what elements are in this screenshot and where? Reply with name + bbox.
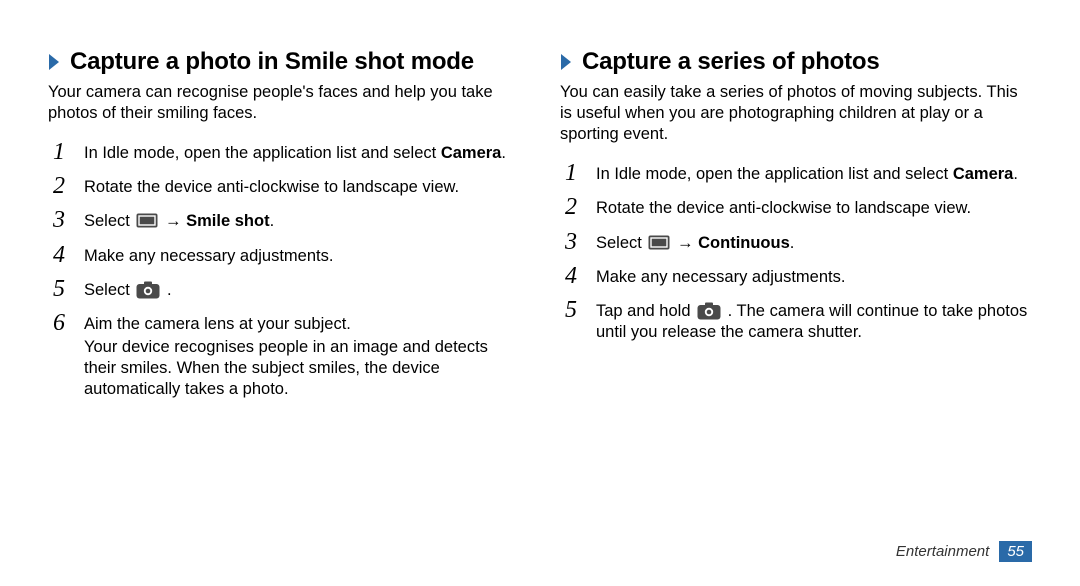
bold-text: Camera	[441, 144, 502, 162]
step-item: 6Aim the camera lens at your subject.You…	[48, 311, 520, 400]
step-number: 1	[560, 161, 582, 185]
step-number: 4	[560, 264, 582, 288]
step-item: 3 Select → Continuous.	[560, 230, 1032, 254]
bold-text: Camera	[953, 165, 1014, 183]
step-body: Make any necessary adjustments.	[596, 264, 1032, 288]
step-item: 4 Make any necessary adjustments.	[48, 243, 520, 267]
step-body: In Idle mode, open the application list …	[596, 161, 1032, 185]
step-body: Rotate the device anti-clockwise to land…	[84, 174, 520, 198]
bold-text: Continuous	[698, 234, 790, 252]
mode-rect-icon	[136, 213, 158, 228]
camera-icon	[697, 302, 721, 320]
step-item: 5 Tap and hold . The camera will continue…	[560, 298, 1032, 343]
camera-icon	[136, 281, 160, 299]
step-number: 2	[560, 195, 582, 219]
step-body: Select → Smile shot.	[84, 208, 520, 232]
step-item: 1 In Idle mode, open the application list…	[48, 140, 520, 164]
step-text: Aim the camera lens at your subject.	[84, 314, 520, 335]
step-text: Make any necessary adjustments.	[596, 267, 1032, 288]
step-item: 3 Select → Smile shot.	[48, 208, 520, 232]
step-body: Rotate the device anti-clockwise to land…	[596, 195, 1032, 219]
steps-list-right: 1 In Idle mode, open the application list…	[560, 161, 1032, 343]
section-intro-right: You can easily take a series of photos o…	[560, 82, 1032, 145]
step-text: Select → Smile shot.	[84, 211, 520, 232]
step-text: In Idle mode, open the application list …	[84, 143, 520, 164]
footer-page-number: 55	[999, 541, 1032, 562]
step-body: Make any necessary adjustments.	[84, 243, 520, 267]
page-footer: Entertainment 55	[896, 541, 1032, 562]
step-extra-text: Your device recognises people in an imag…	[84, 337, 520, 400]
chevron-right-icon	[560, 52, 574, 72]
step-number: 2	[48, 174, 70, 198]
step-text: Select .	[84, 280, 520, 301]
step-text: Rotate the device anti-clockwise to land…	[596, 198, 1032, 219]
section-heading-left: Capture a photo in Smile shot mode	[48, 48, 520, 76]
footer-section-label: Entertainment	[896, 543, 989, 560]
step-text: Rotate the device anti-clockwise to land…	[84, 177, 520, 198]
step-number: 1	[48, 140, 70, 164]
step-body: Aim the camera lens at your subject.Your…	[84, 311, 520, 400]
bold-text: Smile shot	[186, 212, 269, 230]
step-item: 1 In Idle mode, open the application list…	[560, 161, 1032, 185]
page-content: Capture a photo in Smile shot mode Your …	[0, 0, 1080, 410]
step-item: 2 Rotate the device anti-clockwise to lan…	[48, 174, 520, 198]
step-text: Select → Continuous.	[596, 233, 1032, 254]
step-number: 3	[560, 230, 582, 254]
step-item: 5 Select .	[48, 277, 520, 301]
step-body: Select → Continuous.	[596, 230, 1032, 254]
step-body: Select .	[84, 277, 520, 301]
chevron-right-icon	[48, 52, 62, 72]
step-body: Tap and hold . The camera will continue …	[596, 298, 1032, 343]
right-column: Capture a series of photos You can easil…	[560, 48, 1032, 410]
step-number: 5	[560, 298, 582, 343]
step-body: In Idle mode, open the application list …	[84, 140, 520, 164]
section-title-left-text: Capture a photo in Smile shot mode	[70, 48, 474, 76]
step-number: 4	[48, 243, 70, 267]
mode-rect-icon	[648, 235, 670, 250]
step-item: 4 Make any necessary adjustments.	[560, 264, 1032, 288]
step-text: Tap and hold . The camera will continue …	[596, 301, 1032, 343]
left-column: Capture a photo in Smile shot mode Your …	[48, 48, 520, 410]
section-title-right-text: Capture a series of photos	[582, 48, 880, 76]
step-text: Make any necessary adjustments.	[84, 246, 520, 267]
step-number: 3	[48, 208, 70, 232]
step-text: In Idle mode, open the application list …	[596, 164, 1032, 185]
step-number: 5	[48, 277, 70, 301]
step-number: 6	[48, 311, 70, 400]
section-heading-right: Capture a series of photos	[560, 48, 1032, 76]
step-item: 2 Rotate the device anti-clockwise to lan…	[560, 195, 1032, 219]
steps-list-left: 1 In Idle mode, open the application list…	[48, 140, 520, 400]
section-intro-left: Your camera can recognise people's faces…	[48, 82, 520, 124]
